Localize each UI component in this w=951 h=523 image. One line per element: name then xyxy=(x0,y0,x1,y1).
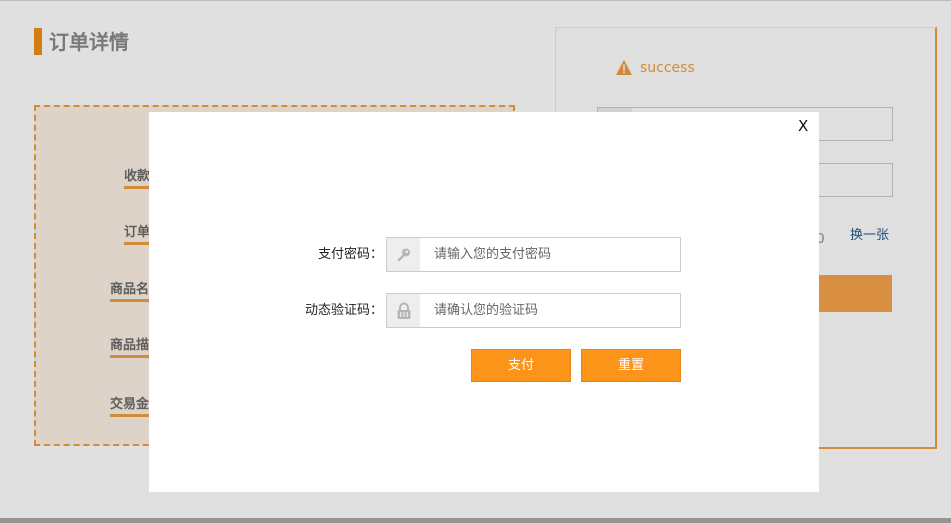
verify-code-label: 动态验证码： xyxy=(304,303,383,318)
pay-button[interactable]: 支付 xyxy=(471,349,571,382)
pay-password-label: 支付密码： xyxy=(317,247,383,262)
key-icon xyxy=(387,238,420,271)
lock-icon xyxy=(387,294,420,327)
reset-button[interactable]: 重置 xyxy=(581,349,681,382)
pay-password-input[interactable] xyxy=(423,238,673,271)
verify-code-field[interactable] xyxy=(386,293,681,328)
pay-password-field[interactable] xyxy=(386,237,681,272)
close-button[interactable]: X xyxy=(798,117,808,135)
verify-code-input[interactable] xyxy=(423,294,673,327)
